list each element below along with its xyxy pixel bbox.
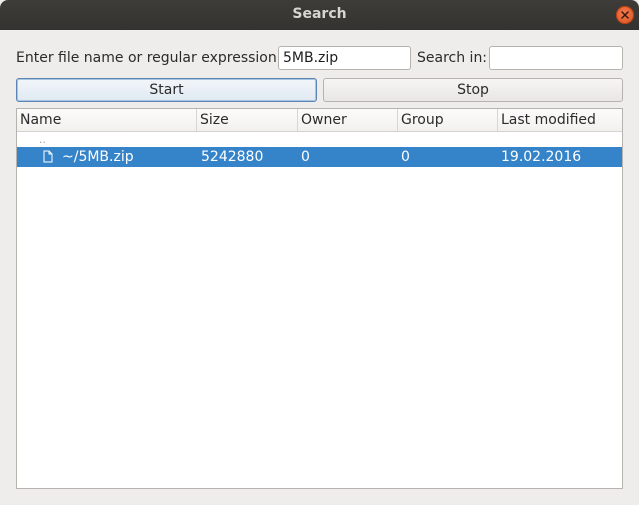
file-icon	[43, 150, 53, 163]
row-size: 5242880	[201, 149, 264, 165]
filename-input[interactable]: 5MB.zip	[278, 46, 411, 70]
column-header-size[interactable]: Size	[197, 109, 298, 131]
search-in-label: Search in:	[417, 50, 488, 66]
parent-directory-entry[interactable]: ..	[39, 133, 46, 146]
results-list[interactable]: Name Size Owner Group Last modified .. ~…	[16, 108, 623, 489]
column-header-group[interactable]: Group	[398, 109, 498, 131]
results-header: Name Size Owner Group Last modified	[17, 109, 622, 132]
window-title: Search	[292, 6, 347, 22]
column-header-owner[interactable]: Owner	[298, 109, 398, 131]
start-button[interactable]: Start	[16, 78, 317, 102]
filename-label: Enter file name or regular expression:	[16, 50, 282, 66]
row-last-modified: 19.02.2016	[501, 149, 582, 165]
stop-button[interactable]: Stop	[323, 78, 623, 102]
close-button[interactable]	[616, 6, 634, 24]
close-icon	[621, 11, 629, 19]
search-window: Search Enter file name or regular expres…	[0, 0, 639, 505]
column-header-name[interactable]: Name	[17, 109, 197, 131]
title-bar[interactable]: Search	[0, 0, 639, 30]
row-group: 0	[401, 149, 410, 165]
search-in-input[interactable]	[489, 46, 623, 70]
row-owner: 0	[301, 149, 310, 165]
table-row[interactable]: ~/5MB.zip 5242880 0 0 19.02.2016	[17, 147, 622, 167]
column-header-last-modified[interactable]: Last modified	[498, 109, 622, 131]
row-name: ~/5MB.zip	[62, 149, 134, 165]
